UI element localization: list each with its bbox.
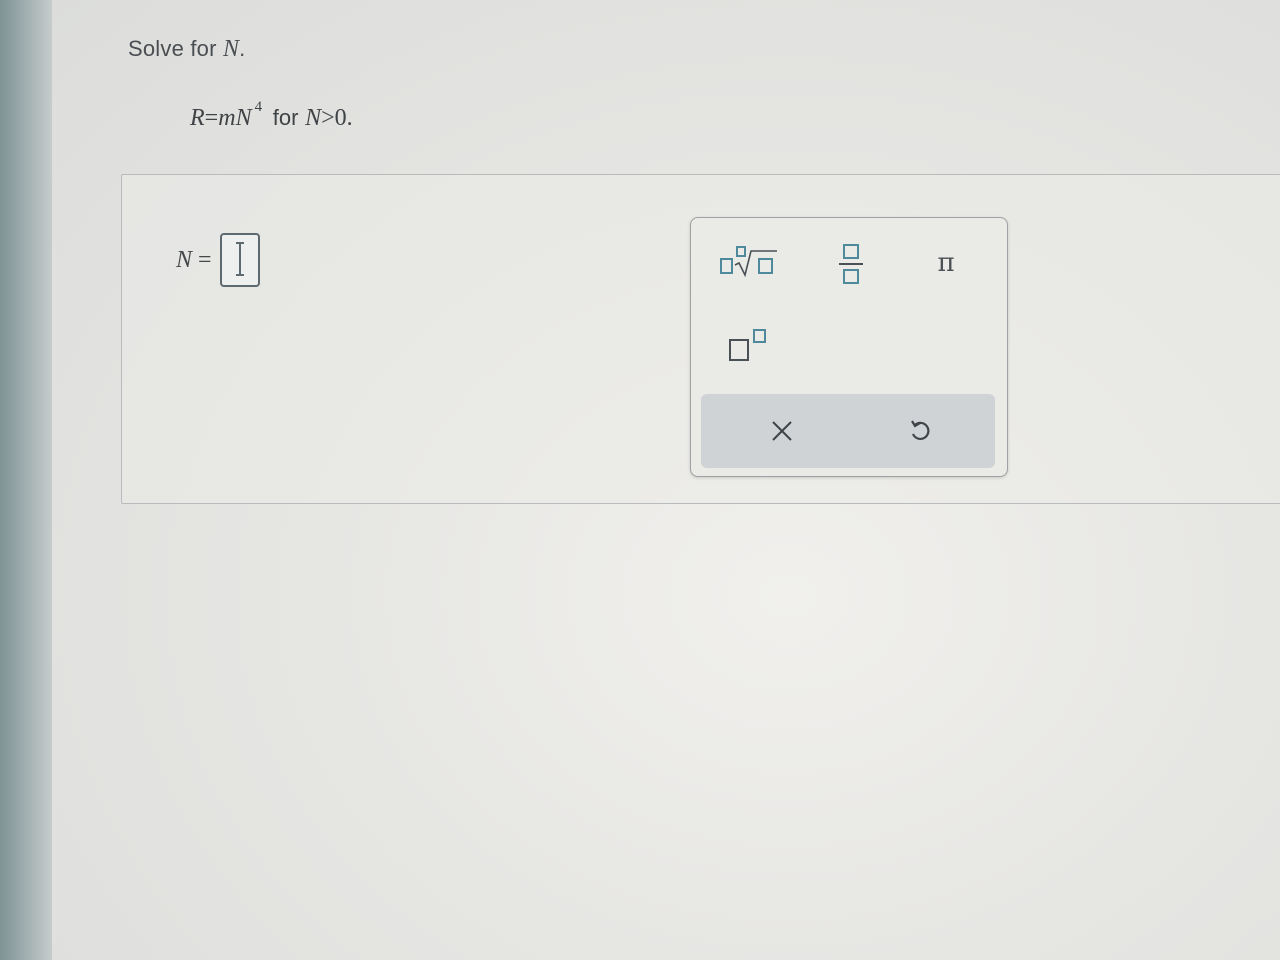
equation-coefficient: m — [218, 105, 236, 131]
text-cursor-icon — [235, 242, 244, 276]
equation-lhs: R — [190, 105, 205, 131]
screen-bezel — [0, 0, 52, 960]
question-text: Solve for — [128, 36, 217, 61]
close-icon — [772, 421, 792, 441]
superscript-icon — [729, 329, 766, 361]
math-keypad: π — [690, 217, 1008, 477]
answer-row: N = — [176, 232, 260, 288]
nth-root-icon — [720, 246, 777, 278]
equation: R=mN 4 for N>0. — [190, 99, 353, 132]
equation-equals: = — [204, 105, 219, 131]
fraction-icon — [839, 244, 863, 284]
equation-condition-variable: N — [305, 105, 322, 131]
equation-condition-word: for — [272, 105, 299, 130]
keypad-action-bar — [701, 394, 995, 468]
exponent-button[interactable] — [713, 318, 783, 374]
question-prompt: Solve for N. — [128, 36, 245, 63]
question-variable: N — [222, 36, 240, 62]
answer-label-equals: = — [198, 246, 212, 273]
answer-input[interactable] — [219, 233, 260, 287]
equation-condition-value: 0. — [334, 105, 353, 131]
undo-icon — [911, 420, 930, 441]
nth-root-button[interactable] — [709, 238, 789, 288]
equation-condition-operator: > — [321, 105, 335, 131]
answer-label: N = — [176, 247, 220, 274]
question-period: . — [239, 36, 246, 61]
equation-base: N — [235, 105, 252, 131]
pi-button[interactable]: π — [916, 238, 976, 288]
undo-button[interactable] — [889, 406, 951, 456]
fraction-button[interactable] — [821, 236, 881, 292]
pi-symbol: π — [937, 248, 955, 278]
answer-label-variable: N — [176, 246, 193, 273]
equation-exponent: 4 — [254, 99, 263, 115]
clear-button[interactable] — [751, 406, 813, 456]
